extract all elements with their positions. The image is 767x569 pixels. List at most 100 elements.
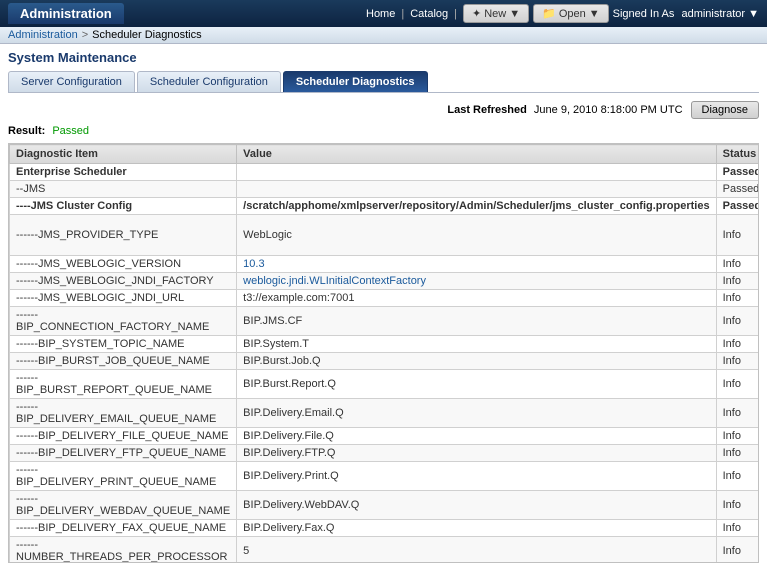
col-value: Value (237, 145, 716, 164)
cell-status: Info (716, 428, 759, 445)
cell-value: /scratch/apphome/xmlpserver/repository/A… (237, 198, 716, 215)
cell-value: BIP.JMS.CF (237, 307, 716, 336)
cell-status: Info (716, 256, 759, 273)
cell-value: BIP.Delivery.Print.Q (237, 462, 716, 491)
cell-item: ------BIP_CONNECTION_FACTORY_NAME (10, 307, 237, 336)
folder-icon: 📁 (542, 7, 556, 20)
table-row: ------BIP_BURST_JOB_QUEUE_NAME BIP.Burst… (10, 353, 760, 370)
breadcrumb-current: Scheduler Diagnostics (92, 29, 201, 41)
cell-value: t3://example.com:7001 (237, 290, 716, 307)
tab-bar: Server Configuration Scheduler Configura… (8, 71, 759, 93)
breadcrumb-separator: > (82, 29, 88, 41)
top-nav-links: Home | Catalog | ✦ New ▼ 📁 Open ▼ Signed… (366, 4, 759, 23)
main-content: System Maintenance Server Configuration … (0, 44, 767, 569)
cell-status: Info (716, 370, 759, 399)
cell-status: Info (716, 537, 759, 564)
table-row: ------BIP_DELIVERY_FTP_QUEUE_NAME BIP.De… (10, 445, 760, 462)
cell-item: ------BIP_DELIVERY_WEBDAV_QUEUE_NAME (10, 491, 237, 520)
new-button[interactable]: ✦ New ▼ (463, 4, 529, 23)
cell-status: Info (716, 520, 759, 537)
result-line: Result: Passed (8, 125, 759, 137)
cell-value: BIP.Delivery.FTP.Q (237, 445, 716, 462)
col-status: Status (716, 145, 759, 164)
table-row: ------BIP_BURST_REPORT_QUEUE_NAME BIP.Bu… (10, 370, 760, 399)
username-link[interactable]: administrator (681, 8, 745, 20)
tab-scheduler-diagnostics[interactable]: Scheduler Diagnostics (283, 71, 428, 92)
top-nav: Administration Home | Catalog | ✦ New ▼ … (0, 0, 767, 27)
result-value: Passed (52, 125, 89, 137)
cell-status: Passed (716, 198, 759, 215)
cell-item: ------NUMBER_THREADS_PER_PROCESSOR (10, 537, 237, 564)
table-row: ------JMS_WEBLOGIC_JNDI_URL t3://example… (10, 290, 760, 307)
cell-value: BIP.System.T (237, 336, 716, 353)
cell-item: ------JMS_WEBLOGIC_VERSION (10, 256, 237, 273)
cell-item: ------BIP_DELIVERY_EMAIL_QUEUE_NAME (10, 399, 237, 428)
diagnose-button[interactable]: Diagnose (691, 101, 759, 119)
cell-value: BIP.Delivery.Fax.Q (237, 520, 716, 537)
cell-status: Info (716, 290, 759, 307)
table-row: ------JMS_PROVIDER_TYPE WebLogic Info We… (10, 215, 760, 256)
cell-item: ------BIP_SYSTEM_TOPIC_NAME (10, 336, 237, 353)
app-title[interactable]: Administration (8, 3, 124, 24)
table-row: ------BIP_DELIVERY_FILE_QUEUE_NAME BIP.D… (10, 428, 760, 445)
cell-item: ------BIP_BURST_JOB_QUEUE_NAME (10, 353, 237, 370)
cell-item: --JMS (10, 181, 237, 198)
cell-item: ------BIP_DELIVERY_FILE_QUEUE_NAME (10, 428, 237, 445)
cell-item: ------JMS_PROVIDER_TYPE (10, 215, 237, 256)
table-row: ----JMS Cluster Config /scratch/apphome/… (10, 198, 760, 215)
new-icon: ✦ (472, 7, 481, 20)
cell-status: Info (716, 353, 759, 370)
refresh-bar: Last Refreshed June 9, 2010 8:18:00 PM U… (8, 101, 759, 119)
tab-server-configuration[interactable]: Server Configuration (8, 71, 135, 92)
tab-scheduler-configuration[interactable]: Scheduler Configuration (137, 71, 281, 92)
cell-status: Passed (716, 181, 759, 198)
new-chevron-icon: ▼ (509, 8, 520, 20)
cell-item: ------BIP_BURST_REPORT_QUEUE_NAME (10, 370, 237, 399)
cell-value: BIP.Delivery.WebDAV.Q (237, 491, 716, 520)
open-chevron-icon: ▼ (589, 8, 600, 20)
table-row: ------NUMBER_THREADS_PER_PROCESSOR 5 Inf… (10, 537, 760, 564)
cell-value: 5 (237, 537, 716, 564)
last-refreshed-label: Last Refreshed June 9, 2010 8:18:00 PM U… (447, 104, 682, 116)
diagnostics-table-container: Diagnostic Item Value Status Details Ent… (8, 143, 759, 563)
cell-item: ------JMS_WEBLOGIC_JNDI_FACTORY (10, 273, 237, 290)
open-button[interactable]: 📁 Open ▼ (533, 4, 609, 23)
table-row: ------BIP_DELIVERY_WEBDAV_QUEUE_NAME BIP… (10, 491, 760, 520)
cell-item: ------BIP_DELIVERY_FAX_QUEUE_NAME (10, 520, 237, 537)
home-link[interactable]: Home (366, 8, 395, 20)
cell-status: Passed (716, 164, 759, 181)
cell-value: WebLogic (237, 215, 716, 256)
table-row: --JMS Passed (10, 181, 760, 198)
table-row: Enterprise Scheduler Passed (10, 164, 760, 181)
cell-status: Info (716, 445, 759, 462)
diagnostics-table: Diagnostic Item Value Status Details Ent… (9, 144, 759, 563)
cell-value: 10.3 (237, 256, 716, 273)
cell-item: ----JMS Cluster Config (10, 198, 237, 215)
table-row: ------BIP_DELIVERY_EMAIL_QUEUE_NAME BIP.… (10, 399, 760, 428)
cell-status: Info (716, 273, 759, 290)
cell-status: Info (716, 336, 759, 353)
catalog-link[interactable]: Catalog (410, 8, 448, 20)
cell-value (237, 181, 716, 198)
result-label: Result: (8, 125, 45, 137)
cell-status: Info (716, 399, 759, 428)
cell-value: BIP.Delivery.Email.Q (237, 399, 716, 428)
cell-value: BIP.Burst.Job.Q (237, 353, 716, 370)
breadcrumb-admin-link[interactable]: Administration (8, 29, 78, 41)
cell-item: ------BIP_DELIVERY_PRINT_QUEUE_NAME (10, 462, 237, 491)
cell-item: ------BIP_DELIVERY_FTP_QUEUE_NAME (10, 445, 237, 462)
col-diagnostic-item: Diagnostic Item (10, 145, 237, 164)
table-row: ------JMS_WEBLOGIC_JNDI_FACTORY weblogic… (10, 273, 760, 290)
cell-value (237, 164, 716, 181)
cell-value: weblogic.jndi.WLInitialContextFactory (237, 273, 716, 290)
cell-item: Enterprise Scheduler (10, 164, 237, 181)
table-row: ------BIP_CONNECTION_FACTORY_NAME BIP.JM… (10, 307, 760, 336)
table-row: ------BIP_SYSTEM_TOPIC_NAME BIP.System.T… (10, 336, 760, 353)
user-chevron-icon: ▼ (748, 8, 759, 20)
cell-status: Info (716, 307, 759, 336)
cell-value: BIP.Delivery.File.Q (237, 428, 716, 445)
cell-value: BIP.Burst.Report.Q (237, 370, 716, 399)
cell-status: Info (716, 215, 759, 256)
refresh-time: June 9, 2010 8:18:00 PM UTC (534, 104, 683, 116)
cell-item: ------JMS_WEBLOGIC_JNDI_URL (10, 290, 237, 307)
